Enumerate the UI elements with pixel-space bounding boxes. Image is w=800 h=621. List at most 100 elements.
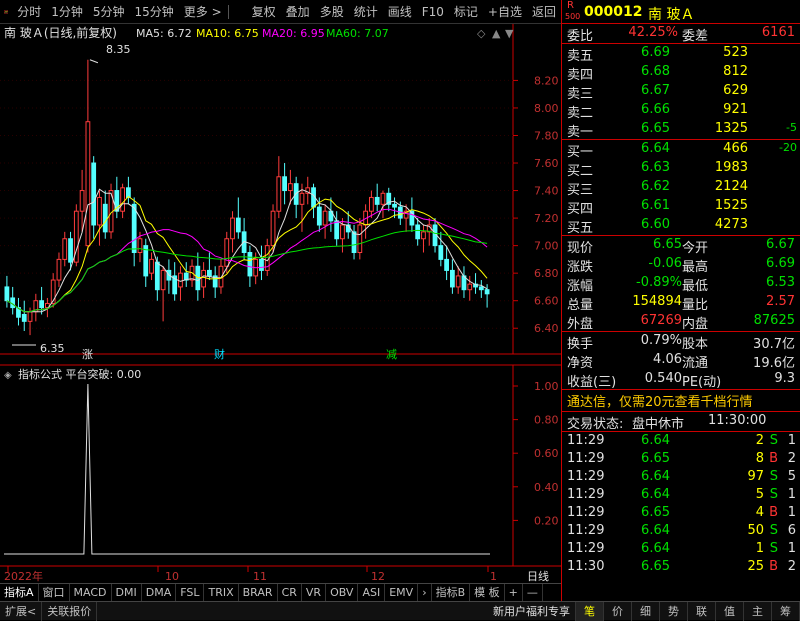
candle-body [288, 183, 293, 192]
tick-trade-row: 11:29 6.65 4 B 1 [567, 505, 796, 520]
indicator-tab[interactable]: 模 板 [470, 583, 505, 602]
chevron-icon[interactable]: ◇ [477, 27, 486, 40]
collapse-icon[interactable]: ▼ [505, 27, 514, 40]
indicator-tab[interactable]: MACD [70, 583, 112, 602]
indicator-tab[interactable]: BRAR [239, 583, 278, 602]
candle-body [444, 258, 450, 271]
toolbar-item[interactable]: +自选 [483, 0, 527, 24]
toolbar-item[interactable]: 1分钟 [46, 0, 88, 24]
candle-body [282, 176, 288, 192]
candle-body [392, 203, 397, 208]
indicator-tab[interactable]: EMV [385, 583, 419, 602]
indicator-tab[interactable]: OBV [326, 583, 359, 602]
trade-status-time: 11:30:00 [708, 413, 767, 428]
price-axis-label: 7.20 [534, 212, 559, 225]
toolbar-item[interactable]: 返回 [527, 0, 561, 24]
candle-body [137, 238, 143, 254]
event-zhang[interactable]: 涨 [82, 348, 93, 361]
quote-tab[interactable]: 主 [744, 601, 772, 621]
sell-level-row: 卖四 6.68 812 [567, 64, 748, 83]
price-axis-label: 7.00 [534, 240, 559, 253]
ind-axis-label: 0.60 [534, 447, 559, 460]
indicator-tab[interactable]: VR [302, 583, 327, 602]
event-jian[interactable]: 减 [386, 348, 397, 361]
quote-tab[interactable]: 细 [632, 601, 660, 621]
candle-body [340, 224, 345, 240]
toolbar-item[interactable]: 叠加 [281, 0, 315, 24]
indicator-menu-icon[interactable]: ◈ [4, 370, 12, 381]
toolbar-item[interactable]: 多股 [315, 0, 349, 24]
candle-body [39, 300, 45, 309]
candle-body [334, 220, 340, 240]
toolbar-item[interactable]: 分时 [12, 0, 46, 24]
toolbar-item[interactable]: F10 [417, 0, 449, 24]
toolbar-item[interactable]: 画线 [383, 0, 417, 24]
candle-body [247, 252, 253, 277]
ind-axis-label: 0.40 [534, 481, 559, 494]
status-bar: 扩展< 关联报价 新用户福利专享 笔价细势联值主筹 [0, 601, 800, 621]
indicator-tab[interactable]: ASI [358, 583, 386, 602]
indicator-tab[interactable]: 指标B [432, 583, 471, 602]
toolbar-item[interactable]: 15分钟 [130, 0, 179, 24]
toolbar-item[interactable]: 更多 > [179, 0, 227, 24]
indicator-tab[interactable]: 窗口 [39, 583, 70, 602]
ind-axis-label: 0.80 [534, 414, 559, 427]
max-price-label: 8.35 [106, 43, 131, 56]
kline-chart-area[interactable]: 8.20 8.00 7.80 7.60 7.40 7.20 7.00 6.80 6.60 6.40… [0, 24, 561, 584]
sell-level-row: 卖五 6.69 523 [567, 45, 748, 64]
status-tab[interactable]: 扩展< [0, 601, 43, 621]
toolbar-item[interactable]: 复权 [247, 0, 281, 24]
indicator-title[interactable]: 指标公式 平台突破: 0.00 [18, 367, 141, 381]
candle-body [467, 283, 473, 291]
event-cai[interactable]: 财 [214, 347, 225, 361]
promo-text[interactable]: 通达信，仅需20元查看千档行情 [567, 391, 753, 410]
quote-tab[interactable]: 联 [688, 601, 716, 621]
buy-level-row: 买三 6.62 2124 [567, 179, 748, 198]
tick-trade-list[interactable]: 11:29 6.64 2 S 1 11:29 6.65 8 B 2 11:29 6.… [562, 432, 800, 576]
indicator-tab[interactable]: › [418, 583, 432, 602]
indicator-tab[interactable]: TRIX [204, 583, 239, 602]
candle-body [62, 238, 68, 260]
toolbar-item[interactable]: 统计 [349, 0, 383, 24]
promo-link[interactable]: 新用户福利专享 [488, 601, 576, 621]
candle-body [131, 203, 137, 254]
buy-level-row: 买四 6.61 1525 [567, 198, 748, 217]
promo-row[interactable]: 通达信，仅需20元查看千档行情 [562, 390, 800, 411]
app-logo-icon[interactable] [4, 4, 9, 20]
quote-tab[interactable]: 笔 [576, 601, 604, 621]
period-label[interactable]: 日线 [527, 569, 549, 583]
quote-stat-row: 外盘 67269 内盘 87625 [567, 313, 795, 332]
quote-stat2-row: 收益(三) 0.540 PE(动) 9.3 [567, 371, 795, 390]
indicator-tab[interactable]: DMI [112, 583, 142, 602]
indicator-tab-bar: 指标A 窗口 MACD DMI DMA FSL TRIX BRAR CR VR OBV ASI EMV ›… [0, 583, 561, 602]
x-label-jan: 1 [490, 570, 497, 583]
status-tab[interactable]: 关联报价 [42, 601, 98, 621]
quote-panel: R 500 000012 南 玻Ａ 委比 42.25% 委差 6161 卖五 6… [561, 0, 800, 601]
indicator-tab[interactable]: + [505, 583, 523, 602]
quote-stat2-row: 净资 4.06 流通 19.6亿 [567, 352, 795, 371]
quote-tab[interactable]: 价 [604, 601, 632, 621]
indicator-tab[interactable]: CR [278, 583, 302, 602]
indicator-tab[interactable]: FSL [176, 583, 205, 602]
indicator-tab[interactable]: 指标A [0, 583, 39, 602]
quote-stat-row: 涨幅 -0.89% 最低 6.53 [567, 275, 795, 294]
quote-tab[interactable]: 势 [660, 601, 688, 621]
indicator-tab[interactable]: DMA [142, 583, 177, 602]
tick-trade-row: 11:29 6.64 1 S 1 [567, 541, 796, 556]
toolbar-item[interactable]: 5分钟 [88, 0, 130, 24]
quote-tab[interactable]: 值 [716, 601, 744, 621]
stock-header: R 500 000012 南 玻Ａ [562, 0, 800, 24]
price-axis-label: 7.60 [534, 157, 559, 170]
tick-trade-row: 11:29 6.64 5 S 1 [567, 487, 796, 502]
market-r-badge: R [567, 0, 574, 11]
kline-chart[interactable]: 8.20 8.00 7.80 7.60 7.40 7.20 7.00 6.80 6.60 6.40… [0, 24, 561, 584]
candle-body [56, 258, 62, 281]
candle-body [351, 231, 357, 254]
indicator-tab[interactable]: — [523, 583, 543, 602]
toolbar-item[interactable]: 标记 [449, 0, 483, 24]
expand-icon[interactable]: ▲ [492, 27, 501, 40]
quote-tab[interactable]: 筹 [772, 601, 800, 621]
market-500-badge: 500 [565, 12, 581, 21]
candle-body [27, 311, 33, 322]
candle-body [270, 210, 276, 247]
